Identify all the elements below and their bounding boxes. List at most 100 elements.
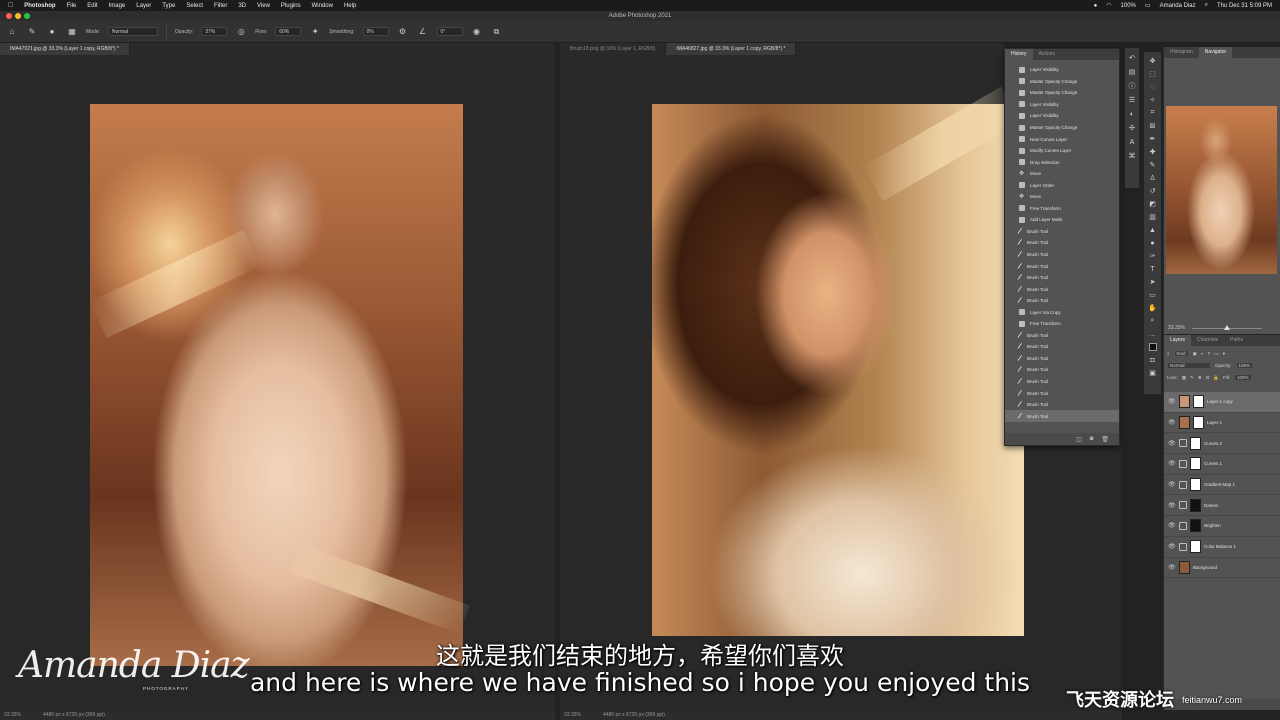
filter-adjustment-icon[interactable]: ◐ xyxy=(1201,351,1204,356)
layer-mask-thumbnail[interactable] xyxy=(1190,457,1201,471)
history-item[interactable]: Brush Tool xyxy=(1005,399,1119,411)
layer-thumbnail[interactable] xyxy=(1179,560,1190,574)
search-icon[interactable]: ⌕ xyxy=(1205,2,1208,9)
smoothing-field[interactable]: 0% xyxy=(362,27,389,36)
zoom-window-button[interactable] xyxy=(24,13,30,19)
history-item[interactable]: Modify Curves Layer xyxy=(1005,145,1119,157)
navigator-zoom-slider-handle[interactable] xyxy=(1224,325,1230,330)
brush-settings-icon[interactable]: ▦ xyxy=(66,26,78,38)
pen-tool-icon[interactable]: ✑ xyxy=(1148,251,1158,261)
history-item[interactable]: Master Opacity Change xyxy=(1005,122,1119,134)
filter-pixel-icon[interactable]: ▣ xyxy=(1193,351,1197,357)
healing-brush-tool-icon[interactable]: ✚ xyxy=(1148,147,1158,157)
paths-panel-icon[interactable]: ⌘ xyxy=(1127,151,1137,161)
brush-tool-preset-icon[interactable]: ✎ xyxy=(26,26,38,38)
layer-name[interactable]: Background xyxy=(1193,565,1217,570)
layer-opacity-field[interactable]: 100% xyxy=(1235,362,1254,369)
menu-edit[interactable]: Edit xyxy=(87,3,97,9)
filter-type-icon[interactable]: T xyxy=(1208,351,1211,356)
layer-name[interactable]: Color Balance 1 xyxy=(1204,544,1236,549)
adjustments-panel-icon[interactable]: ◐ xyxy=(1127,109,1137,119)
layer-mask-thumbnail[interactable] xyxy=(1190,478,1201,492)
lock-pixels-icon[interactable]: ▦ xyxy=(1182,375,1186,381)
visibility-eye-icon[interactable]: 👁 xyxy=(1168,502,1176,509)
hand-tool-icon[interactable]: ✋ xyxy=(1148,303,1158,313)
history-item[interactable]: ✥ Move xyxy=(1005,168,1119,180)
history-item[interactable]: Brush Tool xyxy=(1005,341,1119,353)
rectangle-tool-icon[interactable]: ▭ xyxy=(1148,290,1158,300)
layer-row[interactable]: 👁 Gradient Map 1 xyxy=(1164,475,1280,496)
history-brush-tool-icon[interactable]: ↺ xyxy=(1148,186,1158,196)
glyphs-panel-icon[interactable]: A xyxy=(1127,137,1137,147)
pressure-size-icon[interactable]: ◉ xyxy=(471,26,483,38)
right-zoom-readout[interactable]: 33.33% xyxy=(564,711,581,720)
layer-thumbnail[interactable] xyxy=(1179,416,1190,430)
right-doc-info[interactable]: 4480 px x 6720 px (300 ppi) xyxy=(603,711,665,720)
angle-icon[interactable]: ∠ xyxy=(417,26,429,38)
brush-settings-panel-icon[interactable]: ▤ xyxy=(1127,67,1137,77)
flow-field[interactable]: 60% xyxy=(275,27,302,36)
history-item[interactable]: Brush Tool xyxy=(1005,410,1119,422)
filter-shape-icon[interactable]: ▭ xyxy=(1214,351,1218,357)
filter-toggle-icon[interactable]: ● xyxy=(1223,351,1226,356)
tab-navigator[interactable]: Navigator xyxy=(1198,47,1233,58)
info-panel-icon[interactable]: ⓘ xyxy=(1127,81,1137,91)
layer-name[interactable]: Gradient Map 1 xyxy=(1204,482,1235,487)
tab-left-document[interactable]: IMA47021.jpg @ 33.3% (Layer 1 copy, RGB/… xyxy=(0,43,130,55)
history-item[interactable]: Layer Via Copy xyxy=(1005,306,1119,318)
history-item[interactable]: Master Opacity Change xyxy=(1005,76,1119,88)
history-item[interactable]: Free Transform xyxy=(1005,318,1119,330)
visibility-eye-icon[interactable]: 👁 xyxy=(1168,564,1176,571)
visibility-eye-icon[interactable]: 👁 xyxy=(1168,440,1176,447)
mode-select[interactable]: Normal xyxy=(107,27,158,36)
frame-tool-icon[interactable]: ⊠ xyxy=(1148,121,1158,131)
visibility-eye-icon[interactable]: 👁 xyxy=(1168,419,1176,426)
layer-name[interactable]: Layer 1 copy xyxy=(1207,399,1233,404)
layer-fill-field[interactable]: 100% xyxy=(1233,374,1252,381)
menu-window[interactable]: Window xyxy=(312,3,333,9)
zoom-tool-icon[interactable]: ⌕ xyxy=(1148,316,1158,326)
brush-tool-icon[interactable]: ✎ xyxy=(1148,160,1158,170)
history-item[interactable]: Brush Tool xyxy=(1005,364,1119,376)
wifi-icon[interactable]: ◠ xyxy=(1106,2,1111,9)
history-item[interactable]: Layer Order xyxy=(1005,179,1119,191)
path-selection-tool-icon[interactable]: ➤ xyxy=(1148,277,1158,287)
layer-row[interactable]: 👁 Darken xyxy=(1164,495,1280,517)
record-icon[interactable]: ● xyxy=(1094,3,1098,9)
lasso-tool-icon[interactable]: ◌ xyxy=(1148,82,1158,92)
menu-file[interactable]: File xyxy=(67,3,77,9)
tab-right-document[interactable]: IMA46827.jpg @ 33.3% (Layer 1 copy, RGB/… xyxy=(666,43,797,55)
history-item[interactable]: Brush Tool xyxy=(1005,330,1119,342)
blend-mode-select[interactable]: Normal xyxy=(1167,362,1211,369)
dodge-tool-icon[interactable]: ● xyxy=(1148,238,1158,248)
adjustment-layer-icon[interactable] xyxy=(1179,501,1187,510)
layer-row[interactable]: 👁 Curves 2 xyxy=(1164,433,1280,455)
crop-tool-icon[interactable]: ⌗ xyxy=(1148,108,1158,118)
layer-row[interactable]: 👁 Curves 1 xyxy=(1164,454,1280,475)
menu-plugins[interactable]: Plugins xyxy=(281,3,301,9)
layer-name[interactable]: Curves 1 xyxy=(1204,461,1222,466)
layer-mask-thumbnail[interactable] xyxy=(1193,416,1204,430)
lock-artboard-icon[interactable]: ⊡ xyxy=(1206,375,1210,381)
tab-brush18[interactable]: Brush18.png @ 33% (Layer 1, RGB/8) xyxy=(560,43,667,55)
layer-name[interactable]: Brighten xyxy=(1204,523,1221,528)
left-canvas[interactable] xyxy=(0,55,555,711)
minimize-window-button[interactable] xyxy=(15,13,21,19)
tab-channels[interactable]: Channels xyxy=(1191,335,1224,346)
menu-view[interactable]: View xyxy=(257,3,270,9)
layer-mask-thumbnail[interactable] xyxy=(1190,519,1201,533)
layer-row[interactable]: 👁 Background xyxy=(1164,558,1280,579)
adjustment-layer-icon[interactable] xyxy=(1179,542,1187,551)
new-snapshot-icon[interactable]: ◫ xyxy=(1076,436,1082,443)
layer-filter-kind[interactable]: Kind xyxy=(1173,350,1189,357)
home-icon[interactable]: ⌂ xyxy=(6,26,18,38)
airbrush-icon[interactable]: ✦ xyxy=(309,26,321,38)
close-window-button[interactable] xyxy=(6,13,12,19)
history-item[interactable]: Drop Selection xyxy=(1005,156,1119,168)
pressure-opacity-icon[interactable]: ◎ xyxy=(235,26,247,38)
left-doc-info[interactable]: 4480 px x 6720 px (300 ppi) xyxy=(43,711,105,720)
marquee-tool-icon[interactable]: ⬚ xyxy=(1148,69,1158,79)
history-item[interactable]: Layer Visibility xyxy=(1005,99,1119,111)
adjustment-layer-icon[interactable] xyxy=(1179,459,1187,468)
visibility-eye-icon[interactable]: 👁 xyxy=(1168,398,1176,405)
